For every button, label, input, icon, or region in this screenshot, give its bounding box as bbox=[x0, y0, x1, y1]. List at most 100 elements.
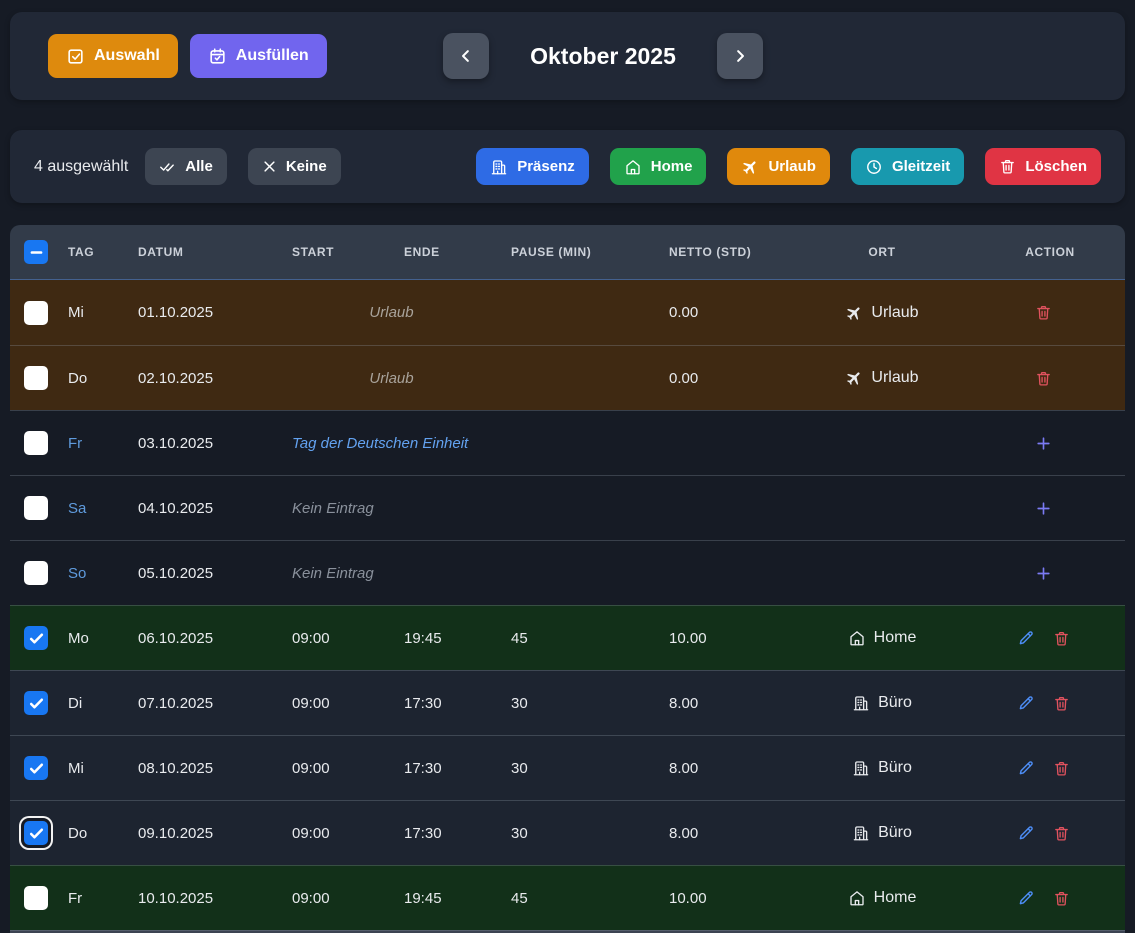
checkbox-check-icon bbox=[66, 47, 85, 66]
edit-button[interactable] bbox=[1017, 824, 1035, 842]
row-checkbox[interactable] bbox=[24, 496, 48, 520]
x-icon bbox=[262, 159, 277, 174]
edit-button[interactable] bbox=[1017, 759, 1035, 777]
row-checkbox[interactable] bbox=[24, 431, 48, 455]
pencil-icon bbox=[1017, 759, 1035, 777]
home-button[interactable]: Home bbox=[610, 148, 707, 185]
row-checkbox[interactable] bbox=[24, 561, 48, 585]
date-label: 05.10.2025 bbox=[128, 565, 282, 582]
delete-button[interactable] bbox=[1053, 695, 1070, 712]
start-value: 09:00 bbox=[282, 890, 394, 907]
delete-button[interactable] bbox=[1053, 825, 1070, 842]
row-checkbox[interactable] bbox=[24, 626, 48, 650]
pencil-icon bbox=[1017, 629, 1035, 647]
table-row: Fr03.10.2025Tag der Deutschen Einheit bbox=[10, 410, 1125, 475]
pause-value: 30 bbox=[501, 695, 659, 712]
plus-icon bbox=[1035, 500, 1052, 517]
ort-label: Büro bbox=[878, 824, 912, 842]
date-label: 06.10.2025 bbox=[128, 630, 282, 647]
selection-info: 4 ausgewählt Alle Keine bbox=[34, 148, 341, 185]
row-checkbox[interactable] bbox=[24, 691, 48, 715]
action-cell bbox=[975, 435, 1125, 452]
month-navigation: Oktober 2025 bbox=[443, 12, 763, 100]
edit-button[interactable] bbox=[1017, 629, 1035, 647]
action-cell bbox=[975, 694, 1125, 712]
action-cell bbox=[975, 629, 1125, 647]
select-all-checkbox[interactable] bbox=[24, 240, 48, 264]
holiday-note: Tag der Deutschen Einheit bbox=[282, 435, 789, 452]
row-checkbox[interactable] bbox=[24, 821, 48, 845]
auswahl-button-label: Auswahl bbox=[94, 47, 160, 65]
trash-icon bbox=[1053, 825, 1070, 842]
edit-button[interactable] bbox=[1017, 889, 1035, 907]
chevron-right-icon bbox=[731, 47, 749, 65]
add-entry-button[interactable] bbox=[1035, 565, 1052, 582]
day-label: So bbox=[58, 565, 128, 582]
add-entry-button[interactable] bbox=[1035, 435, 1052, 452]
next-month-button[interactable] bbox=[717, 33, 763, 79]
chevron-left-icon bbox=[457, 47, 475, 65]
timesheet-table: Tag Datum Start Ende Pause (min) Netto (… bbox=[10, 225, 1125, 933]
ausfuellen-button[interactable]: Ausfüllen bbox=[190, 34, 327, 78]
date-label: 10.10.2025 bbox=[128, 890, 282, 907]
plus-icon bbox=[1035, 565, 1052, 582]
column-header-ort: Ort bbox=[789, 245, 975, 259]
netto-value: 8.00 bbox=[659, 760, 789, 777]
netto-value: 8.00 bbox=[659, 825, 789, 842]
loeschen-button-label: Löschen bbox=[1025, 158, 1087, 175]
pause-value: 30 bbox=[501, 760, 659, 777]
plane-icon bbox=[845, 369, 863, 387]
trash-icon bbox=[1053, 760, 1070, 777]
action-cell bbox=[975, 824, 1125, 842]
home-icon bbox=[624, 158, 642, 176]
building-icon bbox=[852, 694, 870, 712]
pause-value: 45 bbox=[501, 630, 659, 647]
bulk-actions: Präsenz Home Urlaub Gleitzeit Löschen bbox=[476, 148, 1101, 185]
clock-icon bbox=[865, 158, 883, 176]
double-check-icon bbox=[159, 158, 176, 175]
trash-icon bbox=[1035, 370, 1052, 387]
pause-value: 45 bbox=[501, 890, 659, 907]
urlaub-button[interactable]: Urlaub bbox=[727, 148, 830, 185]
edit-button[interactable] bbox=[1017, 694, 1035, 712]
ende-value: 17:30 bbox=[394, 825, 501, 842]
delete-button[interactable] bbox=[1053, 760, 1070, 777]
pencil-icon bbox=[1017, 889, 1035, 907]
loeschen-button[interactable]: Löschen bbox=[985, 148, 1101, 185]
select-none-button[interactable]: Keine bbox=[248, 148, 341, 185]
praesenz-button[interactable]: Präsenz bbox=[476, 148, 589, 185]
gleitzeit-button[interactable]: Gleitzeit bbox=[851, 148, 964, 185]
row-checkbox[interactable] bbox=[24, 366, 48, 390]
month-title: Oktober 2025 bbox=[529, 43, 677, 70]
ende-value: 19:45 bbox=[394, 630, 501, 647]
no-entry-note: Kein Eintrag bbox=[282, 500, 789, 517]
day-label: Fr bbox=[58, 435, 128, 452]
delete-button[interactable] bbox=[1053, 890, 1070, 907]
home-button-label: Home bbox=[651, 158, 693, 175]
plane-icon bbox=[845, 304, 863, 322]
previous-month-button[interactable] bbox=[443, 33, 489, 79]
netto-value: 10.00 bbox=[659, 630, 789, 647]
delete-button[interactable] bbox=[1035, 304, 1052, 321]
row-checkbox[interactable] bbox=[24, 301, 48, 325]
row-checkbox[interactable] bbox=[24, 886, 48, 910]
add-entry-button[interactable] bbox=[1035, 500, 1052, 517]
ort-cell: Home bbox=[789, 889, 975, 907]
delete-button[interactable] bbox=[1035, 370, 1052, 387]
delete-button[interactable] bbox=[1053, 630, 1070, 647]
start-value: 09:00 bbox=[282, 630, 394, 647]
column-header-ende: Ende bbox=[394, 245, 501, 259]
ende-value: 19:45 bbox=[394, 890, 501, 907]
action-cell bbox=[975, 759, 1125, 777]
ort-label: Home bbox=[874, 889, 917, 907]
row-checkbox[interactable] bbox=[24, 756, 48, 780]
day-label: Di bbox=[58, 695, 128, 712]
ort-label: Home bbox=[874, 629, 917, 647]
select-all-button[interactable]: Alle bbox=[145, 148, 227, 185]
minus-icon bbox=[28, 244, 45, 261]
column-header-tag: Tag bbox=[58, 245, 128, 259]
auswahl-button[interactable]: Auswahl bbox=[48, 34, 178, 78]
start-value: 09:00 bbox=[282, 695, 394, 712]
day-label: Sa bbox=[58, 500, 128, 517]
table-row: Mo06.10.202509:0019:454510.00Home bbox=[10, 605, 1125, 670]
